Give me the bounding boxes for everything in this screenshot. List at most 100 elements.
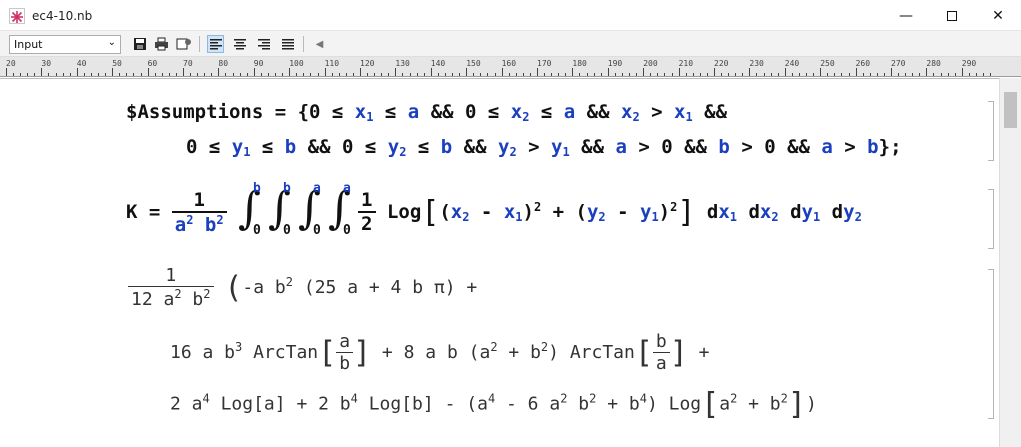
ruler-tick xyxy=(282,73,284,76)
ruler-label: 250 xyxy=(820,59,835,68)
align-left-button[interactable] xyxy=(207,35,224,53)
ruler-tick xyxy=(579,73,581,76)
ruler-tick xyxy=(891,68,892,76)
assumptions-line-1[interactable]: $Assumptions = {0 ≤ x1 ≤ a && 0 ≤ x2 ≤ a… xyxy=(126,101,727,124)
arrow-left-icon: ◀ xyxy=(315,38,324,50)
ruler-tick xyxy=(487,73,489,76)
integral-definition[interactable]: K = 1 a2 b2 ∫ b 0 ∫ b 0 ∫ a 0 ∫ a 0 1 2 Log[(x2 - x1)2… xyxy=(126,181,862,238)
output-line-1[interactable]: 1 12 a2 b2 (-a b2 (25 a + 4 b π) + xyxy=(128,265,477,310)
ruler-tick xyxy=(678,68,680,76)
ruler-tick xyxy=(69,73,71,76)
minimize-button[interactable]: — xyxy=(883,0,929,31)
ruler-tick xyxy=(444,73,446,76)
ruler-tick xyxy=(402,73,404,76)
cell-bracket[interactable] xyxy=(988,269,994,419)
close-icon: ✕ xyxy=(992,7,1004,24)
ruler-tick xyxy=(742,73,744,76)
ruler-tick xyxy=(508,73,510,76)
ruler-label: 130 xyxy=(395,59,410,68)
align-right-button[interactable] xyxy=(255,35,272,53)
ruler-tick xyxy=(267,73,269,76)
align-justify-icon xyxy=(281,38,294,49)
print-button[interactable] xyxy=(153,35,170,53)
ruler-tick xyxy=(90,73,92,76)
ruler-tick xyxy=(324,68,326,76)
ruler-tick xyxy=(133,73,135,76)
cell-bracket[interactable] xyxy=(988,189,994,249)
ruler-tick xyxy=(98,73,100,76)
align-center-button[interactable] xyxy=(231,35,248,53)
options-button[interactable] xyxy=(175,35,192,53)
ruler-tick xyxy=(763,73,765,76)
ruler-label: 100 xyxy=(289,59,304,68)
maximize-button[interactable] xyxy=(929,0,975,31)
ruler-tick xyxy=(62,73,64,76)
ruler-tick xyxy=(76,68,78,76)
notebook-content[interactable]: $Assumptions = {0 ≤ x1 ≤ a && 0 ≤ x2 ≤ a… xyxy=(0,78,1021,447)
ruler-label: 270 xyxy=(891,59,906,68)
save-button[interactable] xyxy=(131,35,148,53)
chevron-down-icon: ⌄ xyxy=(107,37,116,48)
ruler-tick xyxy=(912,73,914,76)
ruler-tick xyxy=(855,68,857,76)
ruler-label: 280 xyxy=(926,59,941,68)
ruler-tick xyxy=(13,73,15,76)
ruler-tick xyxy=(126,73,128,76)
ruler-tick xyxy=(112,68,114,76)
ruler-tick xyxy=(636,73,638,76)
ruler-tick xyxy=(898,73,900,76)
ruler-tick xyxy=(175,73,177,76)
ruler-tick xyxy=(430,68,432,76)
cell-bracket[interactable] xyxy=(988,101,994,161)
back-arrow-button[interactable]: ◀ xyxy=(311,35,328,53)
ruler-tick xyxy=(345,73,347,76)
ruler-tick xyxy=(218,68,220,76)
ruler-tick xyxy=(827,73,829,76)
scrollbar-thumb[interactable] xyxy=(1004,92,1017,128)
ruler-tick xyxy=(876,73,878,76)
ruler-tick xyxy=(317,73,319,76)
ruler-label: 30 xyxy=(41,59,52,68)
ruler-tick xyxy=(423,73,425,76)
ruler-tick xyxy=(983,73,985,76)
ruler-label: 150 xyxy=(466,59,481,68)
assumptions-line-2[interactable]: 0 ≤ y1 ≤ b && 0 ≤ y2 ≤ b && y2 > y1 && a… xyxy=(186,136,902,159)
ruler[interactable]: 20 30 40 50 60 70 80 90 100 110 120 130 140 150 160 170… xyxy=(0,57,1021,77)
ruler-tick xyxy=(395,68,397,76)
ruler-tick xyxy=(473,73,475,76)
ruler-tick xyxy=(154,73,156,76)
ruler-tick xyxy=(883,73,885,76)
output-line-3[interactable]: 2 a4 Log[a] + 2 b4 Log[b] - (a4 - 6 a2 b… xyxy=(170,387,817,422)
ruler-tick xyxy=(926,68,928,76)
integral-sign: ∫ a 0 xyxy=(328,181,351,238)
vertical-scrollbar[interactable] xyxy=(999,78,1021,447)
integral-sign: ∫ b 0 xyxy=(238,181,261,238)
cell-style-value: Input xyxy=(14,38,43,51)
maximize-icon xyxy=(947,10,957,21)
ruler-label: 80 xyxy=(218,59,229,68)
ruler-tick xyxy=(105,73,107,76)
ruler-tick xyxy=(501,68,503,76)
ruler-tick xyxy=(841,73,843,76)
ruler-tick xyxy=(968,73,970,76)
ruler-tick xyxy=(537,68,538,76)
ruler-tick xyxy=(437,73,439,76)
ruler-tick xyxy=(728,73,730,76)
ruler-tick xyxy=(197,73,199,76)
cell-style-select[interactable]: Input ⌄ xyxy=(9,35,121,54)
ruler-tick xyxy=(310,73,312,76)
ruler-label: 200 xyxy=(643,59,658,68)
ruler-tick xyxy=(168,73,170,76)
ruler-tick xyxy=(820,68,822,76)
ruler-tick xyxy=(459,73,461,76)
ruler-tick xyxy=(593,73,595,76)
ruler-tick xyxy=(529,73,531,76)
close-button[interactable]: ✕ xyxy=(975,0,1021,31)
ruler-tick xyxy=(296,73,298,76)
ruler-tick xyxy=(232,73,234,76)
ruler-label: 210 xyxy=(678,59,694,68)
output-line-2[interactable]: 16 a b3 ArcTan[a b] + 8 a b (a2 + b2) Arc… xyxy=(170,331,710,374)
ruler-tick xyxy=(905,73,907,76)
align-justify-button[interactable] xyxy=(279,35,296,53)
ruler-label: 160 xyxy=(501,59,517,68)
